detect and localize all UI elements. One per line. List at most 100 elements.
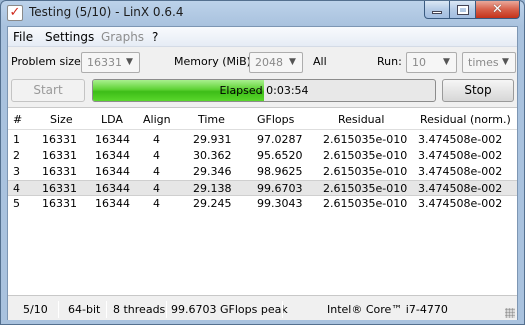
- table-cell: 4: [153, 149, 160, 162]
- table-cell: 16344: [95, 197, 130, 210]
- table-cell: 29.346: [193, 165, 232, 178]
- maximize-icon: [456, 4, 469, 15]
- elapsed-time-text: Elapsed 0:03:54: [219, 84, 309, 97]
- table-cell: 4: [153, 182, 160, 195]
- table-cell: 4: [153, 197, 160, 210]
- table-cell: 3.474508e-002: [418, 133, 503, 146]
- table-cell: 3.474508e-002: [418, 165, 503, 178]
- close-icon: ✕: [492, 1, 503, 17]
- table-cell: 5: [13, 197, 20, 210]
- table-cell: 98.9625: [257, 165, 303, 178]
- column-header-index[interactable]: #: [13, 112, 22, 128]
- table-cell: 16344: [95, 182, 130, 195]
- table-header: # Size LDA Align Time GFlops Residual Re…: [8, 108, 517, 130]
- table-cell: 29.931: [193, 133, 232, 146]
- column-header-lda[interactable]: LDA: [101, 112, 123, 128]
- table-cell: 16331: [42, 149, 77, 162]
- table-row[interactable]: 1 16331 16344 4 29.931 97.0287 2.615035e-010 3.…: [8, 132, 517, 148]
- run-unit-select[interactable]: times ▼: [462, 52, 516, 73]
- table-cell: 2.615035e-010: [323, 197, 408, 210]
- title-bar[interactable]: ✓ Testing (5/10) - LinX 0.6.4 ✕: [1, 1, 524, 25]
- elapsed-progress-bar: Elapsed 0:03:54: [92, 79, 436, 102]
- menu-help[interactable]: ?: [152, 30, 158, 44]
- table-cell: 3.474508e-002: [418, 149, 503, 162]
- status-peak: 99.6703 GFlops peak: [171, 303, 288, 316]
- run-count-select[interactable]: 10 ▼: [406, 52, 457, 73]
- table-cell: 2.615035e-010: [323, 133, 408, 146]
- chevron-down-icon: ▼: [443, 57, 450, 67]
- table-cell: 99.6703: [257, 182, 303, 195]
- minimize-button[interactable]: [424, 1, 450, 19]
- table-cell: 97.0287: [257, 133, 303, 146]
- table-cell: 16344: [95, 133, 130, 146]
- menu-file[interactable]: File: [13, 30, 33, 44]
- problem-size-value: 16331: [87, 56, 122, 69]
- menu-settings[interactable]: Settings: [45, 30, 94, 44]
- table-row[interactable]: 2 16331 16344 4 30.362 95.6520 2.615035e-010 3.…: [8, 148, 517, 164]
- table-cell: 3.474508e-002: [418, 197, 503, 210]
- problem-size-select[interactable]: 16331 ▼: [81, 52, 140, 73]
- status-progress: 5/10: [23, 303, 48, 316]
- minimize-icon: [432, 11, 442, 14]
- table-row[interactable]: 3 16331 16344 4 29.346 98.9625 2.615035e-010 3.…: [8, 164, 517, 180]
- status-separator: [282, 301, 283, 318]
- menu-bar: File Settings Graphs ?: [8, 27, 517, 47]
- maximize-button[interactable]: [450, 1, 476, 19]
- results-table[interactable]: # Size LDA Align Time GFlops Residual Re…: [8, 107, 517, 296]
- all-label[interactable]: All: [313, 55, 327, 68]
- status-arch: 64-bit: [68, 303, 101, 316]
- memory-label: Memory (MiB):: [174, 55, 255, 68]
- window-title: Testing (5/10) - LinX 0.6.4: [29, 5, 184, 19]
- table-cell: 3: [13, 165, 20, 178]
- table-cell: 2.615035e-010: [323, 182, 408, 195]
- table-row[interactable]: 5 16331 16344 4 29.245 99.3043 2.615035e-010 3.…: [8, 196, 517, 212]
- table-cell: 99.3043: [257, 197, 303, 210]
- status-separator: [106, 301, 107, 318]
- chevron-down-icon: ▼: [502, 57, 509, 67]
- close-button[interactable]: ✕: [476, 1, 520, 19]
- table-cell: 16331: [42, 165, 77, 178]
- table-cell: 95.6520: [257, 149, 303, 162]
- app-window: ✓ Testing (5/10) - LinX 0.6.4 ✕ File Set…: [0, 0, 525, 325]
- column-header-time[interactable]: Time: [198, 112, 225, 128]
- column-header-size[interactable]: Size: [50, 112, 73, 128]
- chevron-down-icon: ▼: [289, 57, 296, 67]
- run-label: Run:: [377, 55, 402, 68]
- checkmark-icon[interactable]: ✓: [7, 5, 23, 21]
- caption-buttons: ✕: [424, 1, 520, 19]
- resize-grip-icon[interactable]: [505, 308, 515, 318]
- status-threads: 8 threads: [113, 303, 166, 316]
- memory-value: 2048: [255, 56, 283, 69]
- start-button[interactable]: Start: [11, 79, 85, 102]
- status-separator: [166, 301, 167, 318]
- table-cell: 2.615035e-010: [323, 149, 408, 162]
- table-cell: 16344: [95, 165, 130, 178]
- table-cell: 2.615035e-010: [323, 165, 408, 178]
- table-cell: 3.474508e-002: [418, 182, 503, 195]
- column-header-residual-norm[interactable]: Residual (norm.): [420, 112, 511, 128]
- status-separator: [58, 301, 59, 318]
- table-cell: 2: [13, 149, 20, 162]
- run-count-value: 10: [412, 56, 426, 69]
- memory-select[interactable]: 2048 ▼: [249, 52, 303, 73]
- table-cell: 16331: [42, 182, 77, 195]
- table-cell: 29.138: [193, 182, 232, 195]
- column-header-residual[interactable]: Residual: [338, 112, 384, 128]
- table-cell: 4: [13, 182, 20, 195]
- status-bar: 5/10 64-bit 8 threads 99.6703 GFlops pea…: [8, 299, 517, 320]
- table-cell: 29.245: [193, 197, 232, 210]
- column-header-align[interactable]: Align: [143, 112, 171, 128]
- table-cell: 16344: [95, 149, 130, 162]
- problem-size-label: Problem size:: [11, 55, 85, 68]
- table-cell: 30.362: [193, 149, 232, 162]
- stop-button[interactable]: Stop: [442, 79, 514, 102]
- client-area: File Settings Graphs ? Problem size: 163…: [7, 26, 518, 320]
- menu-graphs[interactable]: Graphs: [101, 30, 144, 44]
- table-cell: 1: [13, 133, 20, 146]
- chevron-down-icon: ▼: [126, 57, 133, 67]
- table-cell: 4: [153, 165, 160, 178]
- table-cell: 4: [153, 133, 160, 146]
- table-row[interactable]: 4 16331 16344 4 29.138 99.6703 2.615035e-010 3.…: [8, 180, 517, 196]
- table-cell: 16331: [42, 197, 77, 210]
- column-header-gflops[interactable]: GFlops: [257, 112, 294, 128]
